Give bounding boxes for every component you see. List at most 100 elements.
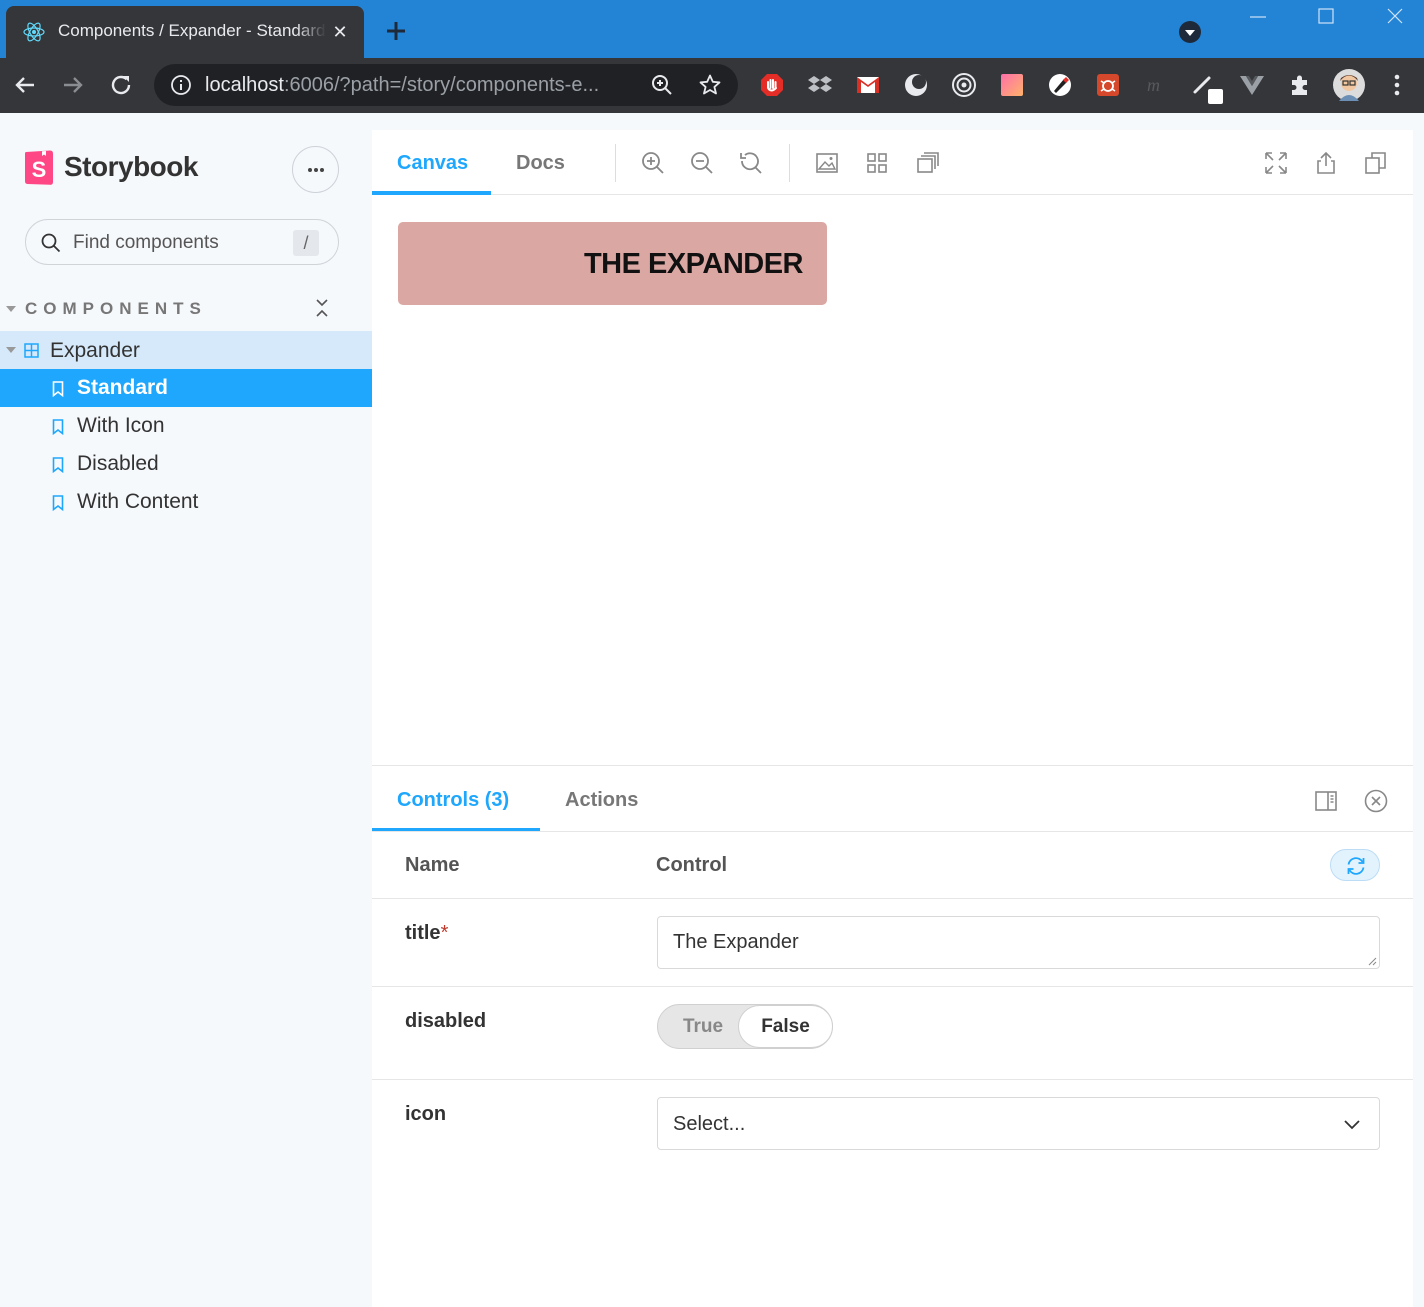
caret-down-icon [6,347,16,353]
zoom-icon[interactable] [650,73,674,97]
sidebar-item-with-icon[interactable]: With Icon [0,407,372,445]
sidebar-item-with-content[interactable]: With Content [0,483,372,521]
gmail-extension-icon[interactable] [855,72,881,98]
sidebar-item-label: Standard [77,376,169,399]
url-text[interactable]: localhost:6006/?path=/story/components-e… [205,74,599,97]
search-shortcut-key: / [293,230,319,256]
active-tab-indicator [372,191,491,195]
disabled-boolean-toggle[interactable]: True False [657,1004,833,1049]
bookmark-star-icon[interactable] [698,73,722,97]
share-icon[interactable] [1313,150,1339,176]
title-field-value[interactable]: The Expander [673,931,799,954]
eyedropper-extension-icon[interactable] [1191,70,1227,106]
zoom-out-icon[interactable] [689,150,715,176]
svg-text:m: m [1147,75,1160,95]
maximize-icon[interactable] [1313,6,1339,28]
more-dots-icon [308,168,312,172]
colorpicker-extension-icon[interactable] [999,72,1025,98]
forward-arrow-icon[interactable] [58,70,88,100]
control-name-title: title* [405,922,448,945]
address-bar[interactable]: localhost:6006/?path=/story/components-e… [154,64,738,106]
component-search[interactable]: / [25,219,339,265]
toggle-option-false[interactable]: False [738,1005,833,1048]
viewport-icon[interactable] [914,150,940,176]
sidebar-item-label: With Content [77,490,199,513]
vue-devtools-icon[interactable] [1239,72,1265,98]
storybook-brand[interactable]: Storybook [64,151,198,183]
adblock-extension-icon[interactable] [759,72,785,98]
expander-title: The Expander [583,248,804,280]
refresh-icon [1347,857,1365,875]
close-panel-icon[interactable] [1363,788,1389,814]
search-icon [41,233,61,253]
storybook-logo-icon[interactable]: S [24,150,54,186]
addons-panel: Controls (3) Actions Name Control title*… [372,765,1413,1307]
control-name-icon: icon [405,1103,447,1125]
close-window-icon[interactable] [1382,6,1408,28]
toolbar-divider [789,144,790,182]
toolbar-divider [615,144,616,182]
row-divider [372,986,1413,987]
column-header-name: Name [405,854,460,876]
sidebar-item-disabled[interactable]: Disabled [0,445,372,483]
extensions-puzzle-icon[interactable] [1287,72,1313,98]
panel-orientation-icon[interactable] [1313,788,1339,814]
fullscreen-icon[interactable] [1263,150,1289,176]
bookmark-icon [52,495,64,511]
search-input[interactable] [73,230,283,256]
reload-icon[interactable] [106,70,136,100]
component-icon [24,343,39,358]
kebab-menu-icon[interactable] [1384,72,1410,98]
minimize-icon[interactable] [1245,6,1271,28]
zoom-in-icon[interactable] [640,150,666,176]
bookmark-icon [52,381,64,397]
svg-text:S: S [32,157,47,182]
browser-tab[interactable]: Components / Expander - Standard ✕ [6,6,364,58]
components-section-header[interactable]: COMPONENTS [0,298,372,322]
grid-icon[interactable] [864,150,890,176]
dropbox-extension-icon[interactable] [807,72,833,98]
preview-panel: Canvas Docs THE EXPANDER Controls (3) Ac… [372,130,1413,1307]
new-tab-icon[interactable] [382,17,410,45]
moon-extension-icon[interactable] [903,72,929,98]
back-arrow-icon[interactable] [10,70,40,100]
row-divider [372,1079,1413,1080]
sidebar-item-standard[interactable]: Standard [0,369,372,407]
bug-extension-icon[interactable] [1095,72,1121,98]
preview-toolbar: Canvas Docs [372,130,1413,195]
pen-extension-icon[interactable] [1047,72,1073,98]
collapse-all-icon[interactable] [313,298,331,318]
close-icon[interactable]: ✕ [330,22,350,42]
m-extension-icon[interactable]: m [1143,72,1169,98]
toggle-option-true[interactable]: True [658,1005,748,1048]
target-extension-icon[interactable] [951,72,977,98]
group-label: Expander [50,339,140,362]
tab-controls[interactable]: Controls (3) [397,789,509,812]
chevron-down-icon [1344,1120,1360,1130]
react-icon [23,22,45,42]
resize-handle-icon[interactable] [1367,956,1377,966]
tab-canvas[interactable]: Canvas [397,152,468,175]
sidebar-group-expander[interactable]: Expander [0,331,372,369]
copy-link-icon[interactable] [1363,150,1389,176]
control-name-disabled: disabled [405,1010,487,1032]
section-label: COMPONENTS [25,299,207,318]
info-icon[interactable] [170,74,192,96]
sidebar-menu-button[interactable] [292,146,339,193]
tab-search-icon[interactable] [1178,20,1202,44]
background-image-icon[interactable] [814,150,840,176]
required-mark: * [440,922,449,944]
column-header-control: Control [656,854,728,876]
select-placeholder: Select... [673,1113,746,1135]
storybook-sidebar: S Storybook / COMPONENTS Expander Standa… [0,113,372,1307]
caret-down-icon [6,306,16,312]
profile-avatar[interactable] [1333,69,1365,101]
icon-select[interactable]: Select... [657,1097,1380,1150]
tab-actions[interactable]: Actions [565,789,638,812]
title-text-control[interactable]: The Expander [657,916,1380,969]
reset-controls-button[interactable] [1330,849,1380,881]
expander-component[interactable]: The Expander [398,222,827,305]
divider [372,831,1413,832]
tab-docs[interactable]: Docs [516,152,565,175]
zoom-reset-icon[interactable] [738,150,764,176]
